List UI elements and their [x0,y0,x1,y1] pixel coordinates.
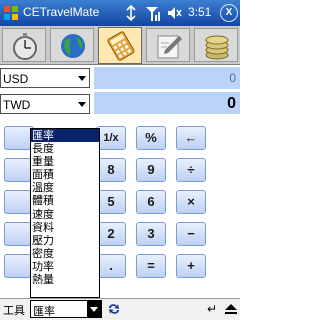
to-value-field[interactable]: 0 [94,92,240,114]
clock-time[interactable]: 3:51 [188,5,211,19]
swap-icon[interactable] [106,301,122,317]
tab-stopwatch[interactable] [2,28,46,62]
tool-tabs [0,26,240,65]
from-value-field[interactable]: 0 [94,67,240,89]
from-unit-select[interactable]: USD [0,68,90,88]
list-item[interactable]: 面積 [31,168,99,181]
stopwatch-icon [13,33,37,60]
coins-icon [205,35,229,60]
list-item[interactable]: 資料 [31,221,99,234]
dropdown-arrow-icon[interactable] [87,301,101,317]
tab-world[interactable] [50,28,94,62]
list-item[interactable]: 密度 [31,247,99,260]
key-multiply[interactable]: × [176,190,206,214]
key-3[interactable]: 3 [136,222,166,246]
key-minus[interactable]: − [176,222,206,246]
key-reciprocal[interactable]: 1/x [96,126,126,150]
windows-logo-icon[interactable] [3,5,19,21]
to-unit-select[interactable]: TWD [0,94,90,114]
list-item[interactable]: 匯率 [31,129,99,143]
tools-menu[interactable]: 工具 [3,302,25,318]
list-item[interactable]: 熱量 [31,273,99,286]
key-backspace[interactable]: ← [176,126,206,150]
return-icon[interactable]: ↵ [207,302,217,316]
list-item[interactable]: 長度 [31,142,99,155]
category-dropdown-list[interactable]: 匯率 長度 重量 面積 溫度 體積 速度 資料 壓力 密度 功率 熱量 [30,128,100,298]
signal-icon[interactable] [144,4,160,22]
key-divide[interactable]: ÷ [176,158,206,182]
tab-notes[interactable] [146,28,190,62]
list-item[interactable]: 功率 [31,260,99,273]
to-unit-value: TWD [3,98,31,112]
connectivity-icon[interactable] [124,4,138,22]
chevron-down-icon [78,76,86,81]
category-combo-value: 匯率 [33,305,55,318]
key-percent[interactable]: % [136,126,166,150]
key-decimal[interactable]: . [96,254,126,278]
list-item[interactable]: 重量 [31,155,99,168]
from-unit-value: USD [3,72,29,86]
list-item[interactable]: 體積 [31,194,99,207]
app-title: CETravelMate [23,5,100,19]
tab-calculator[interactable] [98,27,142,64]
key-6[interactable]: 6 [136,190,166,214]
key-plus[interactable]: + [176,254,206,278]
key-2[interactable]: 2 [96,222,126,246]
title-bar: CETravelMate 3:51 X [0,0,240,26]
list-item[interactable]: 壓力 [31,234,99,247]
calculator-icon [107,31,135,61]
globe-icon [61,34,85,58]
list-item[interactable]: 溫度 [31,181,99,194]
bottom-toolbar: 工具 匯率 ↵ [0,298,240,320]
keyboard-icon[interactable] [224,303,238,315]
key-9[interactable]: 9 [136,158,166,182]
list-item[interactable]: 速度 [31,208,99,221]
volume-icon[interactable] [166,4,182,22]
key-5[interactable]: 5 [96,190,126,214]
key-equals[interactable]: = [136,254,166,278]
category-combo[interactable]: 匯率 [30,300,102,318]
tab-money[interactable] [194,28,238,62]
close-button[interactable]: X [220,4,238,22]
chevron-down-icon [78,102,86,107]
notepad-icon [157,35,182,59]
key-8[interactable]: 8 [96,158,126,182]
